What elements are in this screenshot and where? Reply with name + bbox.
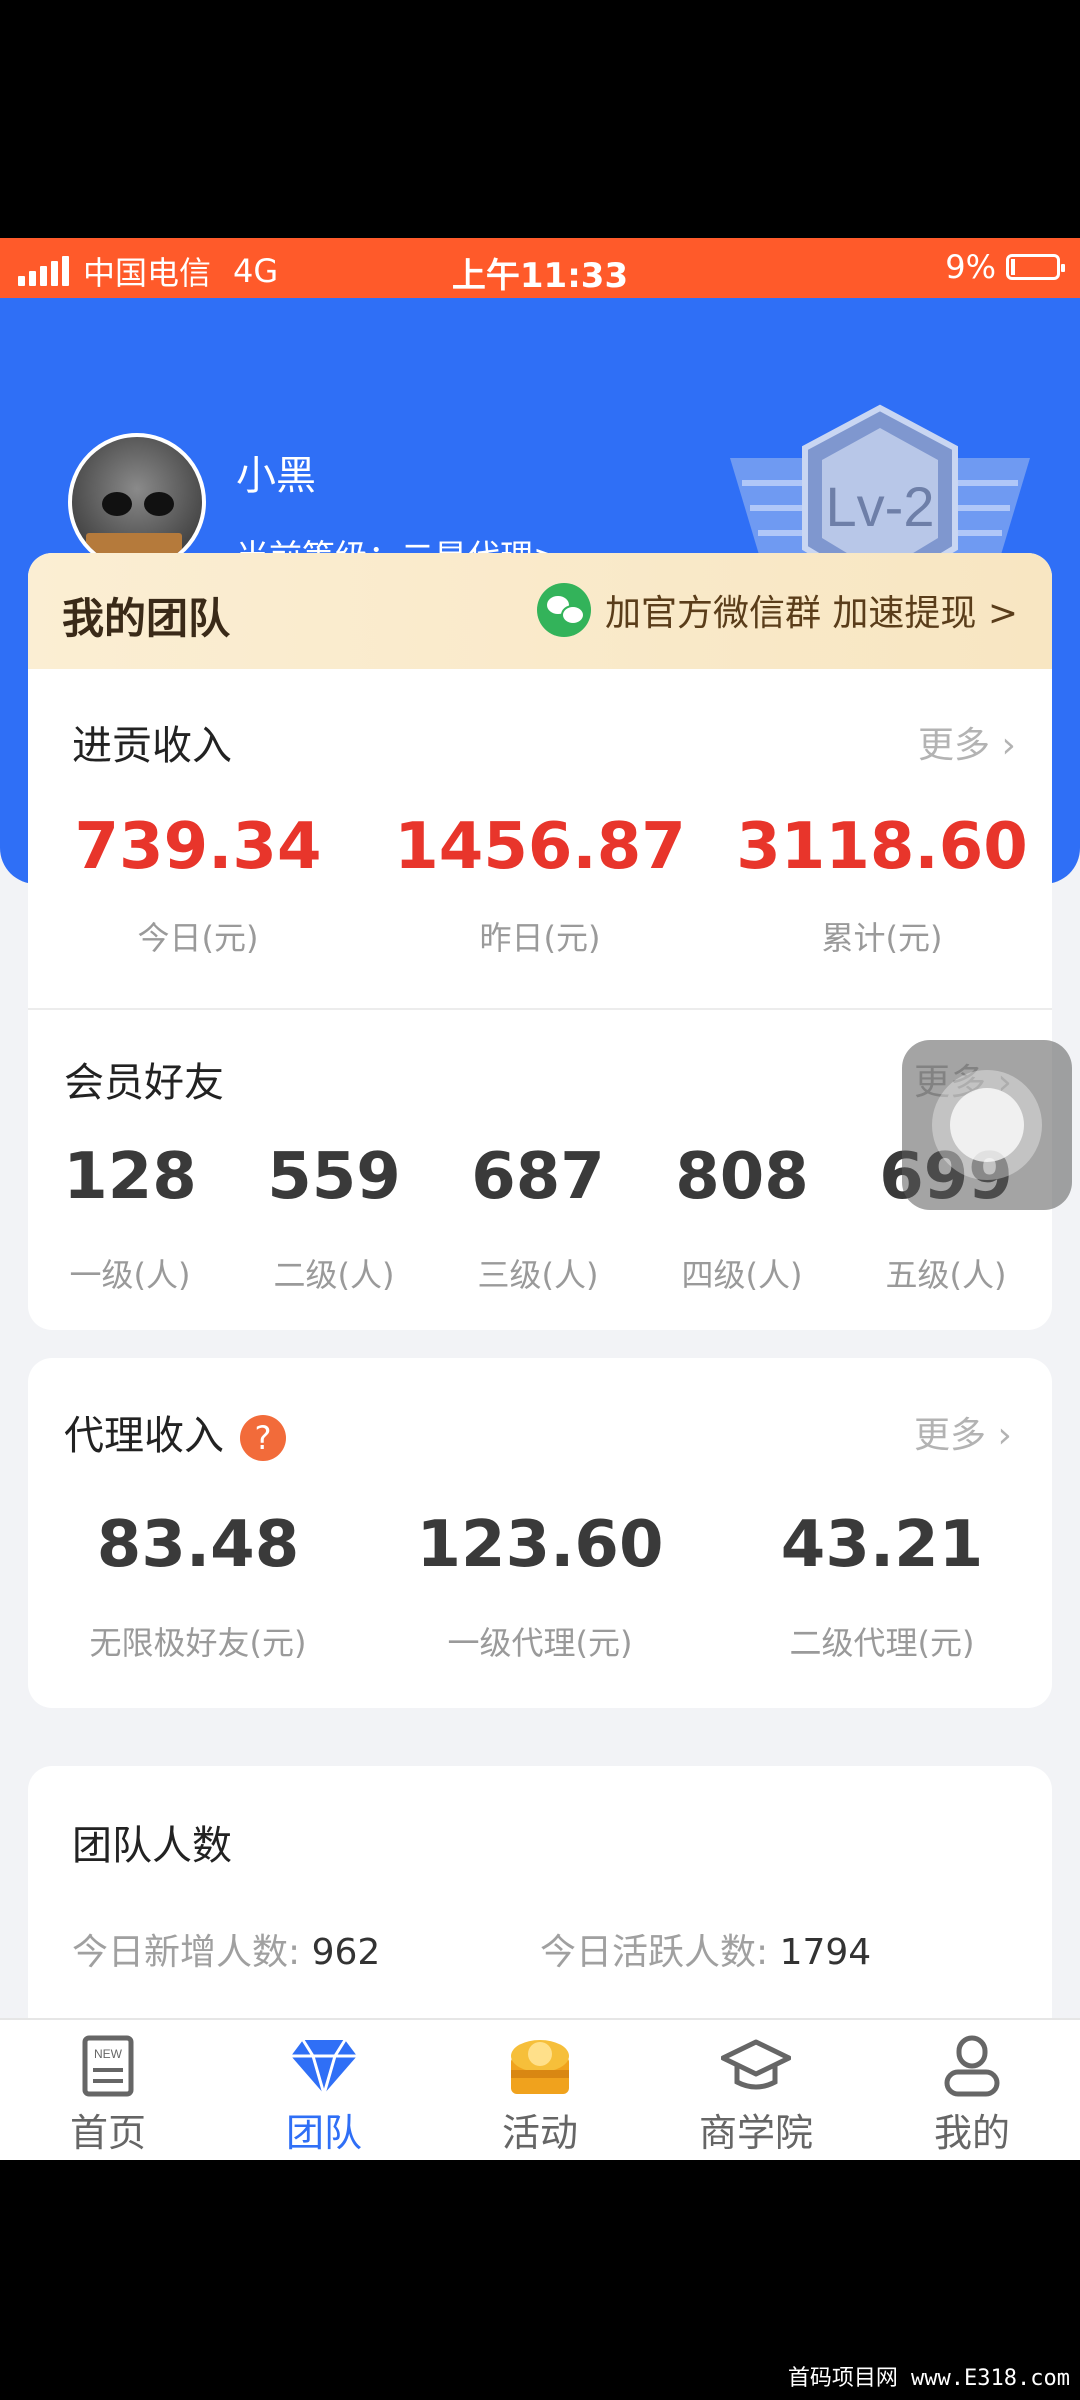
today-active-stat: 今日活跃人数: 1794 (540, 1923, 871, 1975)
svg-text:NEW: NEW (94, 2047, 123, 2061)
person-icon (937, 2034, 1007, 2098)
agent-level2-value: 43.21 (780, 1508, 984, 1582)
contribution-yesterday-label: 昨日(元) (479, 919, 601, 957)
agent-unlimited-label: 无限极好友(元) (89, 1624, 307, 1662)
help-icon[interactable]: ? (240, 1415, 286, 1461)
agent-income-more-link[interactable]: 更多 › (914, 1406, 1012, 1458)
member-level4-value: 808 (675, 1140, 809, 1214)
tab-team[interactable]: 团队 (216, 2034, 432, 2157)
member-level4-label: 四级(人) (681, 1256, 803, 1294)
contribution-more-link[interactable]: 更多 › (918, 716, 1016, 768)
agent-unlimited-value: 83.48 (96, 1508, 300, 1582)
team-count-title: 团队人数 (72, 1823, 232, 1869)
stat-label: 今日活跃人数: (540, 1932, 769, 1973)
contribution-today-value: 739.34 (74, 810, 322, 884)
agent-level1-label: 一级代理(元) (447, 1624, 633, 1662)
tab-home[interactable]: NEW 首页 (0, 2034, 216, 2157)
treasure-icon (505, 2034, 575, 2098)
contribution-total-value: 3118.60 (736, 810, 1028, 884)
status-time: 上午11:33 (451, 256, 629, 296)
member-level3-label: 三级(人) (477, 1256, 599, 1294)
team-banner: 我的团队 加官方微信群 加速提现 > (28, 553, 1052, 669)
contribution-yesterday-value: 1456.87 (394, 810, 686, 884)
wechat-icon (536, 583, 591, 637)
tab-label: 活动 (501, 2111, 578, 2155)
contribution-title: 进贡收入 (72, 723, 232, 769)
badge-text: Lv-2 (826, 475, 935, 538)
status-bar: 中国电信 4G 上午11:33 9% (0, 238, 1080, 298)
chevron-right-icon: › (986, 1415, 1012, 1456)
news-icon: NEW (73, 2034, 143, 2098)
contribution-today-label: 今日(元) (137, 919, 259, 957)
more-label: 更多 (918, 725, 991, 766)
agent-income-title: 代理收入 (64, 1413, 224, 1459)
contribution-total-label: 累计(元) (821, 919, 943, 957)
team-title: 我的团队 (62, 594, 231, 643)
member-level5-label: 五级(人) (885, 1256, 1007, 1294)
stat-label: 今日新增人数: (72, 1932, 301, 1973)
username: 小黑 (236, 453, 316, 499)
tab-academy[interactable]: 商学院 (648, 2034, 864, 2157)
more-label: 更多 (914, 1415, 987, 1456)
wechat-group-link[interactable]: 加官方微信群 加速提现 > (536, 583, 1018, 637)
stat-value: 962 (311, 1932, 381, 1973)
floating-assistive-button[interactable] (902, 1040, 1072, 1210)
chevron-right-icon: › (990, 725, 1016, 766)
member-level2-label: 二级(人) (273, 1256, 395, 1294)
member-level1-value: 128 (63, 1140, 197, 1214)
stat-value: 1794 (779, 1932, 872, 1973)
tab-label: 我的 (933, 2111, 1010, 2155)
today-new-stat: 今日新增人数: 962 (72, 1923, 380, 1975)
member-level3-value: 687 (471, 1140, 605, 1214)
battery-icon (1006, 254, 1065, 280)
graduation-cap-icon (720, 2034, 792, 2098)
member-level2-value: 559 (267, 1140, 401, 1214)
tab-label: 首页 (69, 2111, 146, 2155)
members-title: 会员好友 (64, 1060, 224, 1106)
tab-label: 商学院 (698, 2111, 813, 2155)
avatar[interactable] (68, 433, 206, 571)
diamond-icon (289, 2034, 359, 2100)
member-level1-label: 一级(人) (69, 1256, 191, 1294)
bottom-tab-bar: NEW 首页 团队 活动 商学院 我的 (0, 2018, 1080, 2160)
battery-percent: 9% (945, 248, 996, 286)
agent-level1-value: 123.60 (416, 1508, 664, 1582)
tab-activity[interactable]: 活动 (432, 2034, 648, 2157)
app-screen: 中国电信 4G 上午11:33 9% 小黑 当前等级：二星代理> Lv-2 (0, 238, 1080, 2160)
tab-label: 团队 (285, 2111, 362, 2155)
agent-income-title-row: 代理收入? (64, 1403, 286, 1461)
watermark: 首码项目网 www.E318.com (787, 2366, 1070, 2391)
agent-level2-label: 二级代理(元) (789, 1624, 975, 1662)
tab-mine[interactable]: 我的 (864, 2034, 1080, 2157)
status-right: 9% (945, 248, 1065, 286)
wechat-text: 加官方微信群 加速提现 > (604, 593, 1018, 634)
